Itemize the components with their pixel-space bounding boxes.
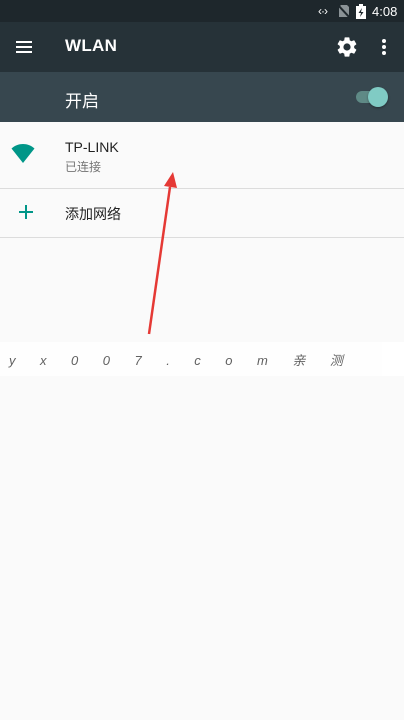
switch-label: 开启	[65, 92, 99, 111]
wifi-signal-icon	[11, 144, 35, 164]
toggle-thumb	[368, 87, 388, 107]
plus-icon	[17, 203, 35, 221]
add-network-button[interactable]: 添加网络	[0, 189, 404, 238]
network-list: TP-LINK 已连接 添加网络	[0, 122, 404, 238]
battery-charging-icon	[356, 3, 366, 19]
network-ssid: TP-LINK	[65, 139, 119, 155]
status-bar: ‹·› 4:08	[0, 0, 404, 22]
app-toolbar: WLAN	[0, 22, 404, 72]
page-title: WLAN	[65, 36, 118, 55]
hamburger-menu-icon[interactable]	[14, 36, 36, 58]
network-status: 已连接	[65, 160, 102, 174]
no-sim-icon	[338, 3, 350, 19]
wlan-master-switch-bar[interactable]: 开启	[0, 72, 404, 122]
wlan-toggle-switch[interactable]	[354, 87, 388, 107]
watermark-banner: yx007.com亲测	[0, 342, 404, 376]
clock: 4:08	[372, 3, 398, 19]
data-transfer-icon: ‹·›	[318, 4, 328, 18]
network-item-tp-link[interactable]: TP-LINK 已连接	[0, 122, 404, 189]
watermark-text: yx007.com亲测	[9, 353, 368, 368]
add-network-label: 添加网络	[65, 206, 121, 222]
more-vert-icon[interactable]	[376, 36, 392, 58]
wlan-settings-screen: ‹·› 4:08 WLAN 开启 TP-LINK 已连接 添加网络 yx007.…	[0, 0, 404, 720]
gear-icon[interactable]	[335, 35, 359, 59]
